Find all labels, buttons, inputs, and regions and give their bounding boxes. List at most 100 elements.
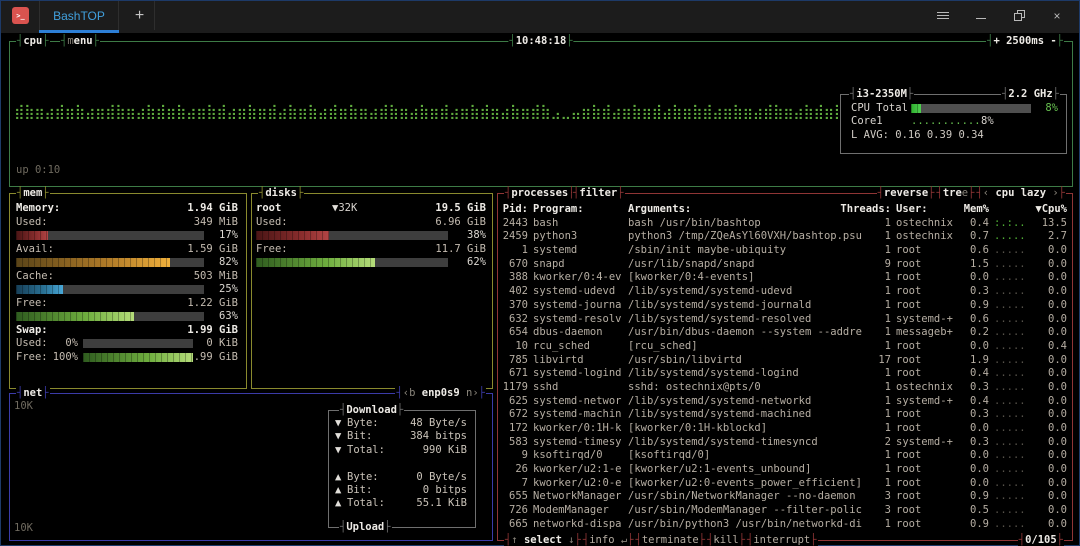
process-program: systemd-timesy: [533, 436, 623, 450]
process-row[interactable]: 655 NetworkManager /usr/sbin/NetworkMana…: [498, 490, 1072, 504]
menu-button[interactable]: menu: [60, 35, 100, 48]
close-icon[interactable]: ×: [1049, 8, 1065, 24]
interrupt-button[interactable]: interrupt: [746, 534, 818, 546]
reverse-button[interactable]: reverse: [877, 187, 936, 200]
header-program[interactable]: Program:: [533, 203, 623, 217]
memory-free-bar-row: 63%: [16, 310, 238, 324]
process-program: systemd-logind: [533, 367, 623, 381]
process-program: systemd-networ: [533, 395, 623, 409]
process-threads: 1: [867, 299, 891, 313]
process-cpu-percent: 0.0: [1037, 463, 1067, 477]
process-row[interactable]: 172 kworker/0:1H-k [kworker/0:1H-kblockd…: [498, 422, 1072, 436]
process-arguments: /lib/systemd/systemd-timesyncd: [628, 436, 862, 450]
process-pid: 7: [502, 477, 528, 491]
process-mem-percent: 0.4: [961, 217, 989, 231]
sort-selector[interactable]: ‹ cpu lazy ›: [975, 187, 1066, 200]
process-row[interactable]: 670 snapd /usr/lib/snapd/snapd 9 root 1.…: [498, 258, 1072, 272]
process-arguments: [kworker/0:4-events]: [628, 271, 862, 285]
memory-avail-bar: [16, 258, 204, 267]
process-threads: 1: [867, 422, 891, 436]
core1-meter: ...........: [911, 115, 981, 128]
hamburger-menu-icon[interactable]: [935, 8, 951, 24]
process-row[interactable]: 726 ModemManager /usr/sbin/ModemManager …: [498, 504, 1072, 518]
header-threads[interactable]: Threads:: [867, 203, 891, 217]
header-arguments[interactable]: Arguments:: [628, 203, 862, 217]
select-control[interactable]: ↑ select ↓: [504, 534, 582, 546]
process-row[interactable]: 632 systemd-resolv /lib/systemd/systemd-…: [498, 313, 1072, 327]
process-rows: 2443 bash bash /usr/bin/bashtop 1 ostech…: [498, 217, 1072, 532]
cpu-total-bar: [911, 104, 1031, 113]
process-threads: 2: [867, 436, 891, 450]
process-cpu-percent: 2.7: [1037, 230, 1067, 244]
process-threads: 1: [867, 477, 891, 491]
process-row[interactable]: 583 systemd-timesy /lib/systemd/systemd-…: [498, 436, 1072, 450]
header-user[interactable]: User:: [896, 203, 956, 217]
net-interface-switcher[interactable]: ‹b enp0s9 n›: [395, 387, 486, 400]
process-row[interactable]: 671 systemd-logind /lib/systemd/systemd-…: [498, 367, 1072, 381]
header-cpu[interactable]: ▼Cpu%: [1037, 203, 1067, 217]
process-cpu-percent: 0.0: [1037, 367, 1067, 381]
cpu-box: cpu menu 10:48:18 + 2500ms - ⣾⣷⣶⣴⣾⣶⣷⣴⣶⣾⣷…: [9, 41, 1073, 187]
tab-bashtop[interactable]: BashTOP: [39, 1, 119, 30]
process-cpu-minigraph: .....: [994, 244, 1032, 258]
process-arguments: /lib/systemd/systemd-logind: [628, 367, 862, 381]
network-box: net ‹b enp0s9 n› 10K 10K Download Upload…: [9, 393, 493, 541]
minimize-icon[interactable]: [973, 8, 989, 24]
process-threads: 1: [867, 285, 891, 299]
process-program: python3: [533, 230, 623, 244]
new-tab-button[interactable]: +: [125, 1, 155, 30]
process-row[interactable]: 665 networkd-dispa /usr/bin/python3 /usr…: [498, 518, 1072, 532]
process-cpu-percent: 0.0: [1037, 395, 1067, 409]
swap-used-row: Used:0%0 KiB: [16, 337, 238, 351]
tab-cpu[interactable]: cpu: [16, 35, 50, 48]
tree-button[interactable]: tree: [936, 187, 976, 200]
process-pid: 1: [502, 244, 528, 258]
upload-bit-row: ▲Bit:0 bitps: [335, 484, 467, 497]
process-row[interactable]: 388 kworker/0:4-ev [kworker/0:4-events] …: [498, 271, 1072, 285]
process-row[interactable]: 370 systemd-journa /lib/systemd/systemd-…: [498, 299, 1072, 313]
process-row[interactable]: 9 ksoftirqd/0 [ksoftirqd/0] 1 root 0.0 .…: [498, 449, 1072, 463]
process-row[interactable]: 7 kworker/u2:0-e [kworker/u2:0-events_po…: [498, 477, 1072, 491]
process-row[interactable]: 10 rcu_sched [rcu_sched] 1 root 0.0 ....…: [498, 340, 1072, 354]
restore-icon[interactable]: [1011, 8, 1027, 24]
process-row[interactable]: 1179 sshd sshd: ostechnix@pts/0 1 ostech…: [498, 381, 1072, 395]
process-row[interactable]: 625 systemd-networ /lib/systemd/systemd-…: [498, 395, 1072, 409]
header-mem[interactable]: Mem%: [961, 203, 989, 217]
process-cpu-minigraph: .....: [994, 285, 1032, 299]
up-arrow-icon: ▲: [335, 484, 347, 497]
process-user: root: [896, 367, 956, 381]
process-user: ostechnix: [896, 381, 956, 395]
swap-free-bar: [83, 353, 193, 362]
process-cpu-percent: 0.0: [1037, 299, 1067, 313]
process-program: rcu_sched: [533, 340, 623, 354]
kill-button[interactable]: kill: [706, 534, 746, 546]
process-row[interactable]: 402 systemd-udevd /lib/systemd/systemd-u…: [498, 285, 1072, 299]
filter-button[interactable]: filter: [572, 187, 625, 200]
terminate-button[interactable]: terminate: [635, 534, 707, 546]
process-cpu-minigraph: .....: [994, 326, 1032, 340]
process-mem-percent: 0.0: [961, 340, 989, 354]
process-row[interactable]: 26 kworker/u2:1-e [kworker/u2:1-events_u…: [498, 463, 1072, 477]
process-row[interactable]: 2443 bash bash /usr/bin/bashtop 1 ostech…: [498, 217, 1072, 231]
process-pid: 370: [502, 299, 528, 313]
process-mem-percent: 0.4: [961, 395, 989, 409]
process-arguments: /usr/bin/dbus-daemon --system --addre: [628, 326, 862, 340]
process-pid: 388: [502, 271, 528, 285]
process-mem-percent: 0.2: [961, 326, 989, 340]
process-cpu-minigraph: .....: [994, 271, 1032, 285]
process-row[interactable]: 672 systemd-machin /lib/systemd/systemd-…: [498, 408, 1072, 422]
bashtop-screen: cpu menu 10:48:18 + 2500ms - ⣾⣷⣶⣴⣾⣶⣷⣴⣶⣾⣷…: [1, 33, 1079, 545]
process-arguments: [kworker/0:1H-kblockd]: [628, 422, 862, 436]
info-button[interactable]: info ↵: [582, 534, 635, 546]
process-mem-percent: 0.0: [961, 422, 989, 436]
process-row[interactable]: 2459 python3 python3 /tmp/ZQeAsYl60VXH/b…: [498, 230, 1072, 244]
process-cpu-percent: 0.0: [1037, 354, 1067, 368]
refresh-interval-control[interactable]: + 2500ms -: [986, 35, 1064, 48]
process-row[interactable]: 654 dbus-daemon /usr/bin/dbus-daemon --s…: [498, 326, 1072, 340]
process-pid: 26: [502, 463, 528, 477]
titlebar: >_ BashTOP + ×: [1, 1, 1079, 33]
process-row[interactable]: 785 libvirtd /usr/sbin/libvirtd 17 root …: [498, 354, 1072, 368]
process-row[interactable]: 1 systemd /sbin/init maybe-ubiquity 1 ro…: [498, 244, 1072, 258]
header-pid[interactable]: Pid:: [502, 203, 528, 217]
download-bit-row: ▼Bit:384 bitps: [335, 430, 467, 443]
